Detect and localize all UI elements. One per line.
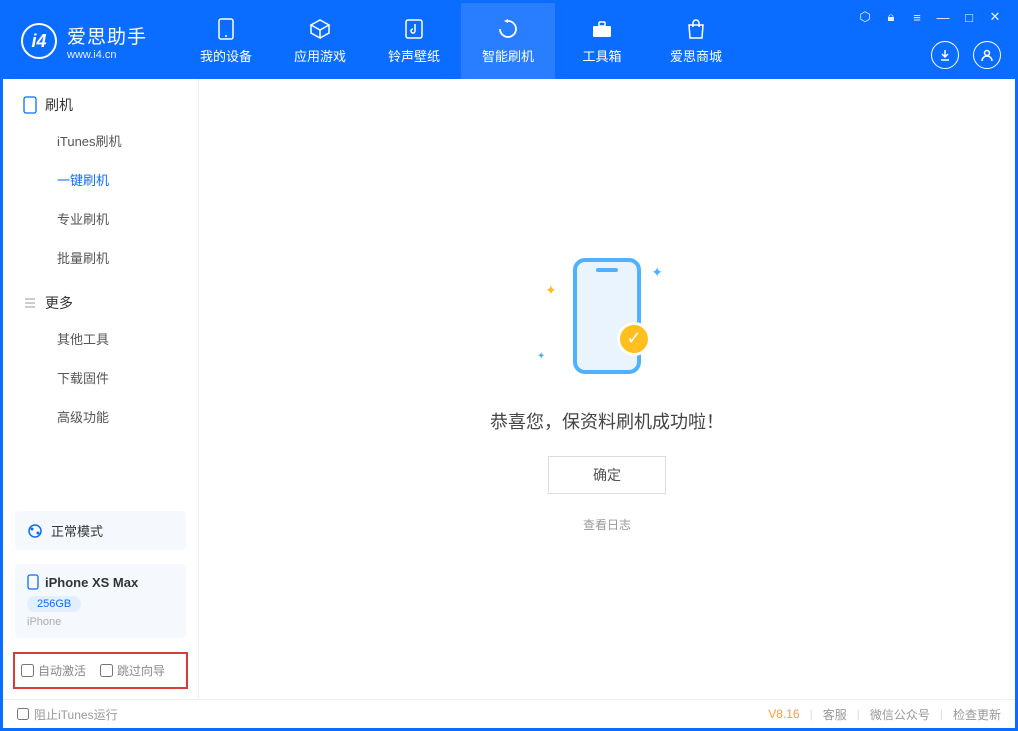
sidebar-item-other-tools[interactable]: 其他工具 [3, 319, 198, 358]
menu-icon[interactable]: ≡ [909, 9, 925, 25]
sparkle-icon: ✦ [651, 264, 663, 281]
sparkle-icon: ✦ [545, 282, 557, 299]
version-label: V8.16 [768, 707, 799, 721]
refresh-icon [495, 18, 521, 40]
user-button[interactable] [973, 41, 1001, 69]
window-controls: ⬡ 🔒︎ ≡ — □ ✕ [857, 9, 1003, 25]
success-message: 恭喜您，保资料刷机成功啦！ [490, 408, 724, 434]
app-name: 爱思助手 [67, 22, 147, 49]
sidebar-item-pro-flash[interactable]: 专业刷机 [3, 199, 198, 238]
sidebar: 刷机 iTunes刷机 一键刷机 专业刷机 批量刷机 更多 其他工具 下载固件 … [3, 79, 199, 699]
skip-guide-checkbox[interactable]: 跳过向导 [100, 662, 165, 679]
mode-card[interactable]: 正常模式 [15, 511, 186, 550]
toolbox-icon [589, 18, 615, 40]
nav-apps-games[interactable]: 应用游戏 [273, 3, 367, 79]
mode-icon [27, 523, 43, 539]
flash-options: 自动激活 跳过向导 [13, 652, 188, 689]
sidebar-item-download-firmware[interactable]: 下载固件 [3, 358, 198, 397]
check-icon: ✓ [617, 322, 651, 356]
device-name: iPhone XS Max [45, 575, 138, 590]
auto-activate-checkbox[interactable]: 自动激活 [21, 662, 86, 679]
sidebar-item-oneclick-flash[interactable]: 一键刷机 [3, 160, 198, 199]
main-content: ✦ ✦ ✦ ✓ 恭喜您，保资料刷机成功啦！ 确定 查看日志 [199, 79, 1015, 699]
success-illustration: ✦ ✦ ✦ ✓ [517, 246, 697, 386]
phone-icon [23, 96, 37, 114]
app-header: i4 爱思助手 www.i4.cn 我的设备 应用游戏 铃声壁纸 智能刷机 工具… [3, 3, 1015, 79]
sidebar-section-flash: 刷机 [3, 79, 198, 121]
block-itunes-checkbox[interactable]: 阻止iTunes运行 [17, 706, 118, 723]
device-type: iPhone [27, 616, 174, 628]
sidebar-item-advanced[interactable]: 高级功能 [3, 397, 198, 436]
nav-my-device[interactable]: 我的设备 [179, 3, 273, 79]
maximize-icon[interactable]: □ [961, 9, 977, 25]
device-icon [213, 18, 239, 40]
close-icon[interactable]: ✕ [987, 9, 1003, 25]
sidebar-item-batch-flash[interactable]: 批量刷机 [3, 238, 198, 277]
footer-link-wechat[interactable]: 微信公众号 [870, 706, 930, 723]
download-button[interactable] [931, 41, 959, 69]
logo-icon: i4 [21, 23, 57, 59]
minimize-icon[interactable]: — [935, 9, 951, 25]
logo-text: 爱思助手 www.i4.cn [67, 22, 147, 61]
nav-store[interactable]: 爱思商城 [649, 3, 743, 79]
bag-icon [683, 18, 709, 40]
nav-toolbox[interactable]: 工具箱 [555, 3, 649, 79]
cube-icon [307, 18, 333, 40]
app-url: www.i4.cn [67, 49, 147, 61]
ok-button[interactable]: 确定 [548, 456, 666, 494]
phone-illustration [573, 258, 641, 374]
footer-link-support[interactable]: 客服 [823, 706, 847, 723]
logo: i4 爱思助手 www.i4.cn [3, 22, 165, 61]
lock-icon[interactable]: 🔒︎ [883, 9, 899, 25]
view-log-link[interactable]: 查看日志 [583, 516, 631, 533]
status-bar: 阻止iTunes运行 V8.16 | 客服 | 微信公众号 | 检查更新 [3, 699, 1015, 728]
top-nav: 我的设备 应用游戏 铃声壁纸 智能刷机 工具箱 爱思商城 [179, 3, 743, 79]
music-icon [401, 18, 427, 40]
nav-ringtones[interactable]: 铃声壁纸 [367, 3, 461, 79]
tshirt-icon[interactable]: ⬡ [857, 9, 873, 25]
sidebar-item-itunes-flash[interactable]: iTunes刷机 [3, 121, 198, 160]
nav-smart-flash[interactable]: 智能刷机 [461, 3, 555, 79]
header-actions [931, 41, 1001, 69]
footer-link-update[interactable]: 检查更新 [953, 706, 1001, 723]
device-capacity: 256GB [27, 596, 81, 612]
sparkle-icon: ✦ [537, 351, 545, 362]
device-icon [27, 574, 39, 590]
device-card[interactable]: iPhone XS Max 256GB iPhone [15, 564, 186, 638]
list-icon [23, 296, 37, 310]
sidebar-section-more: 更多 [3, 277, 198, 319]
